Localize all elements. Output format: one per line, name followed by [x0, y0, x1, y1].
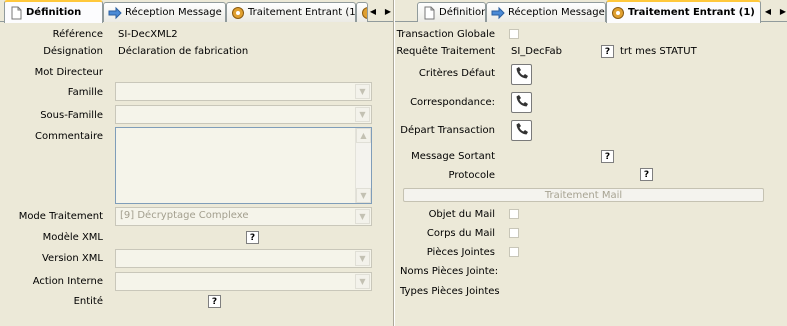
requete-traitement-value: SI_DecFab: [511, 46, 562, 57]
tab-traitement-entrant[interactable]: Traitement Entrant (1): [606, 0, 761, 23]
tab-strip: Définition Réception Message Traitement …: [0, 0, 395, 23]
chevron-down-icon[interactable]: ▼: [355, 274, 370, 289]
tab-reception-message[interactable]: Réception Message: [103, 2, 226, 22]
sous-famille-label: Sous-Famille: [40, 110, 103, 121]
phone-icon: [515, 122, 529, 139]
chevron-down-icon[interactable]: ▼: [355, 107, 370, 122]
tab-label: Définition: [26, 7, 82, 18]
reference-value: SI-DecXML2: [118, 29, 178, 40]
tab-scroll: ◀ ▶: [761, 3, 787, 19]
gear-icon: [231, 6, 245, 20]
tab-label: Définition: [439, 7, 486, 18]
pieces-jointes-checkbox[interactable]: [509, 247, 519, 257]
traitement-mail-button[interactable]: Traitement Mail: [403, 188, 764, 202]
mot-directeur-label: Mot Directeur: [34, 67, 103, 78]
phone-icon: [515, 94, 529, 111]
reference-label: Référence: [52, 29, 103, 40]
objet-mail-checkbox[interactable]: [509, 209, 519, 219]
tab-label: Réception Message: [125, 7, 222, 18]
version-xml-select[interactable]: ▼: [115, 249, 372, 268]
criteres-defaut-button[interactable]: [511, 64, 532, 85]
version-xml-label: Version XML: [41, 253, 103, 264]
message-sortant-label: Message Sortant: [411, 151, 495, 162]
requete-traitement-help-button[interactable]: ?: [601, 45, 614, 58]
depart-transaction-button[interactable]: [511, 120, 532, 141]
mode-traitement-value: [9] Décryptage Complexe: [120, 210, 249, 221]
tab-strip: Définition Réception Message Traitement …: [395, 0, 787, 23]
message-sortant-help-button[interactable]: ?: [601, 150, 614, 163]
action-interne-select[interactable]: ▼: [115, 272, 372, 291]
tab-definition[interactable]: Définition: [417, 2, 486, 22]
tab-reception-message[interactable]: Réception Message: [486, 2, 606, 22]
chevron-up-icon[interactable]: ▲: [356, 128, 371, 143]
mode-traitement-label: Mode Traitement: [18, 211, 103, 222]
requete-traitement-description: trt mes STATUT: [620, 46, 697, 57]
protocole-help-button[interactable]: ?: [640, 168, 653, 181]
chevron-down-icon[interactable]: ▼: [356, 188, 371, 203]
noms-pieces-jointes-label: Noms Pièces Jointe:: [400, 266, 499, 277]
transaction-globale-checkbox[interactable]: [509, 29, 519, 39]
correspondance-button[interactable]: [511, 92, 532, 113]
entite-label: Entité: [73, 296, 103, 307]
tab-label: Réception Message: [508, 7, 605, 18]
tab-scroll: ◀ ▶: [366, 3, 395, 19]
modele-xml-help-button[interactable]: ?: [246, 231, 259, 244]
arrow-right-icon: [108, 6, 122, 20]
chevron-down-icon[interactable]: ▼: [355, 209, 370, 224]
corps-mail-checkbox[interactable]: [509, 228, 519, 238]
tab-traitement-entrant[interactable]: Traitement Entrant (1): [226, 2, 356, 22]
types-pieces-jointes-label: Types Pièces Jointes: [400, 286, 500, 297]
criteres-defaut-label: Critères Défaut: [418, 68, 495, 79]
action-interne-label: Action Interne: [32, 276, 103, 287]
designation-value: Déclaration de fabrication: [118, 46, 249, 57]
modele-xml-label: Modèle XML: [42, 232, 103, 243]
requete-traitement-label: Requête Traitement: [396, 46, 495, 57]
famille-label: Famille: [67, 87, 103, 98]
designation-label: Désignation: [43, 46, 103, 57]
pieces-jointes-label: Pièces Jointes: [426, 247, 495, 258]
tab-label: Traitement Entrant (1): [248, 7, 356, 18]
commentaire-label: Commentaire: [35, 131, 103, 142]
definition-panel: Définition Réception Message Traitement …: [0, 0, 393, 326]
protocole-label: Protocole: [448, 170, 495, 181]
objet-mail-label: Objet du Mail: [428, 209, 495, 220]
depart-transaction-label: Départ Transaction: [400, 125, 495, 136]
arrow-right-icon: [491, 6, 505, 20]
chevron-right-icon[interactable]: ▶: [776, 3, 787, 19]
famille-select[interactable]: ▼: [115, 82, 372, 101]
sous-famille-select[interactable]: ▼: [115, 105, 372, 124]
chevron-left-icon[interactable]: ◀: [761, 3, 775, 19]
document-icon: [422, 6, 436, 20]
mode-traitement-select[interactable]: [9] Décryptage Complexe ▼: [115, 207, 372, 226]
chevron-down-icon[interactable]: ▼: [355, 84, 370, 99]
traitement-panel: Définition Réception Message Traitement …: [395, 0, 787, 326]
tab-label: Traitement Entrant (1): [628, 7, 755, 18]
transaction-globale-label: Transaction Globale: [396, 29, 495, 40]
entite-help-button[interactable]: ?: [208, 295, 221, 308]
corps-mail-label: Corps du Mail: [426, 228, 495, 239]
scrollbar[interactable]: ▲ ▼: [355, 128, 371, 203]
chevron-down-icon[interactable]: ▼: [355, 251, 370, 266]
phone-icon: [515, 66, 529, 83]
gear-icon: [611, 6, 625, 20]
document-icon: [9, 6, 23, 20]
tab-definition[interactable]: Définition: [4, 0, 103, 23]
commentaire-textarea[interactable]: ▲ ▼: [115, 127, 372, 204]
chevron-left-icon[interactable]: ◀: [366, 3, 380, 19]
correspondance-label: Correspondance:: [410, 97, 495, 108]
